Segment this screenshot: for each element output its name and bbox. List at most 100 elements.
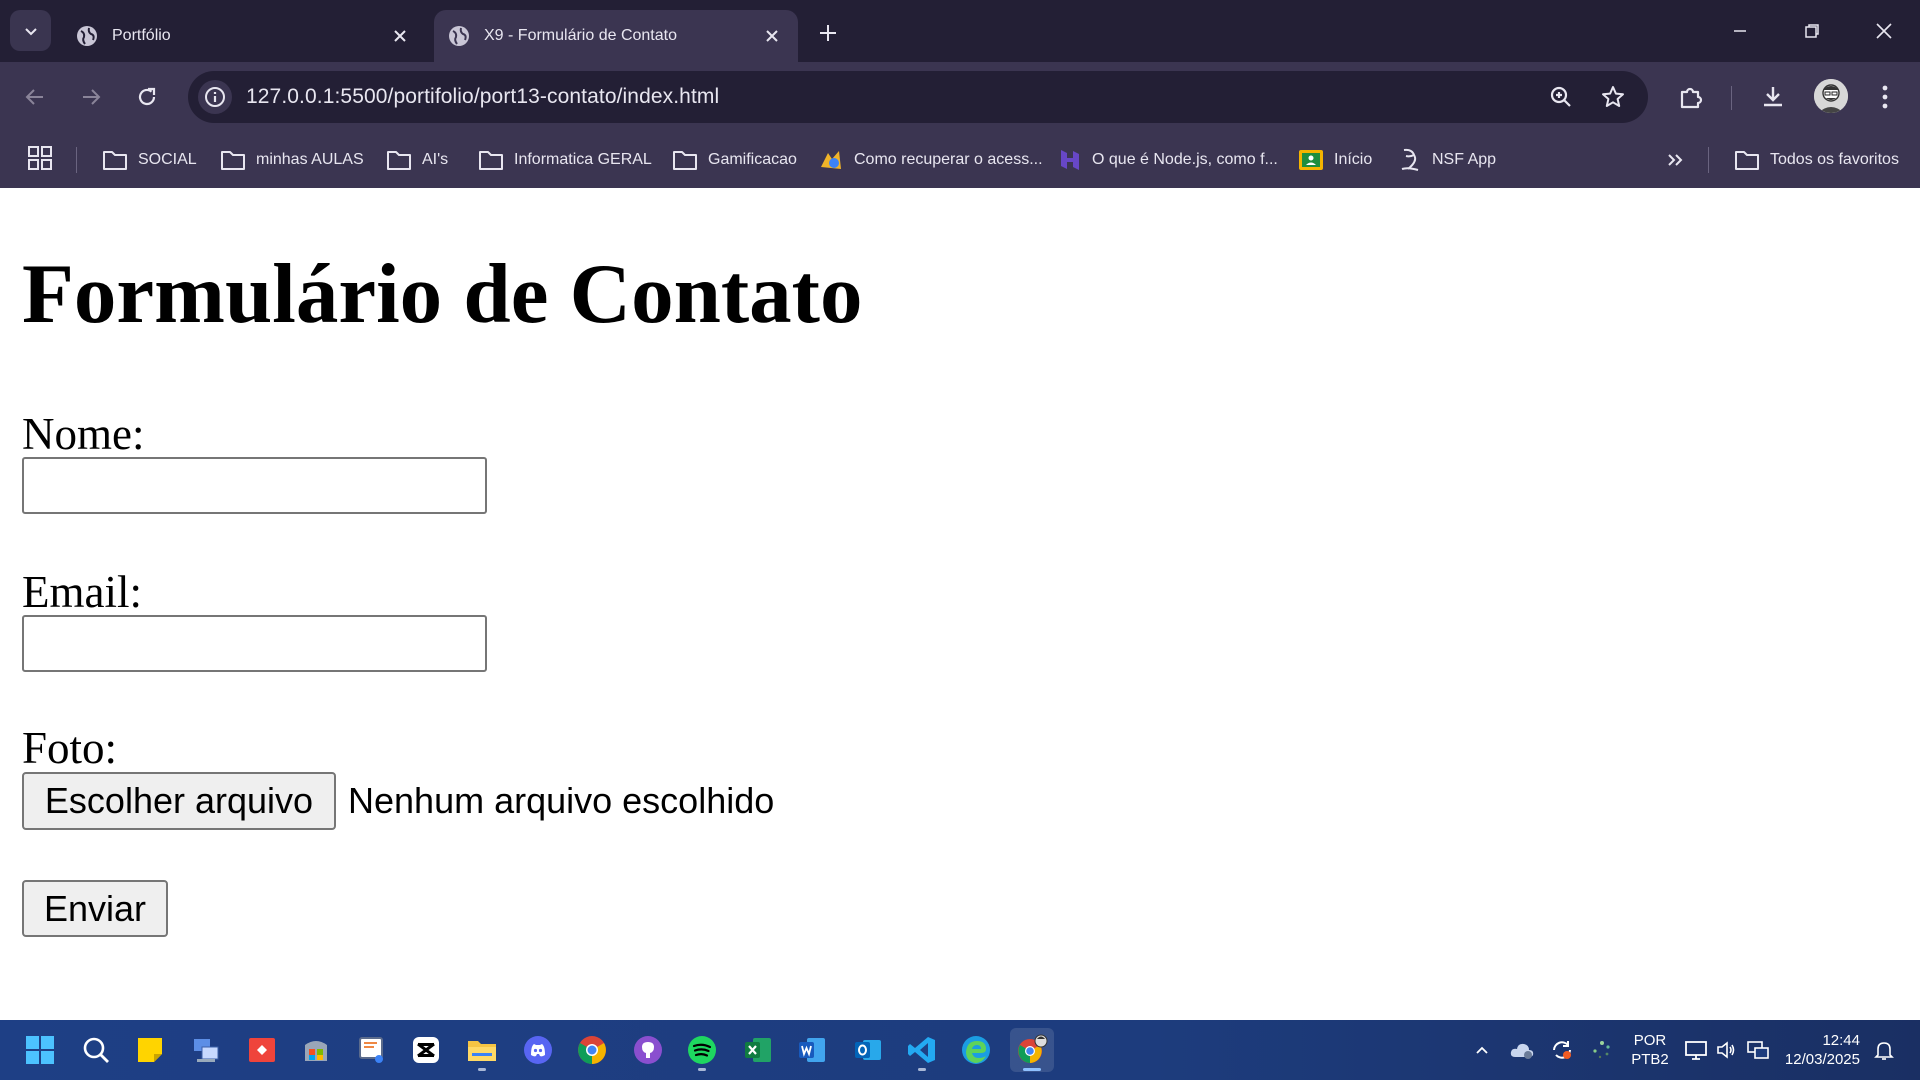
extensions-button[interactable] bbox=[1670, 76, 1712, 118]
new-tab-button[interactable] bbox=[812, 17, 844, 49]
close-window-button[interactable] bbox=[1848, 0, 1920, 62]
tray-onedrive[interactable] bbox=[1508, 1036, 1536, 1064]
taskbar-spotify[interactable] bbox=[680, 1028, 724, 1072]
zoom-button[interactable] bbox=[1544, 80, 1578, 114]
running-indicator bbox=[698, 1068, 706, 1071]
cloud-icon bbox=[1510, 1043, 1534, 1059]
tab-title: X9 - Formulário de Contato bbox=[484, 27, 677, 44]
taskbar-snipping-tool[interactable] bbox=[350, 1028, 394, 1072]
taskbar: POR PTB2 12:44 12/03/2025 bbox=[0, 1020, 1920, 1080]
info-icon bbox=[205, 87, 225, 107]
tray-volume[interactable] bbox=[1712, 1036, 1740, 1064]
bookmark-star-button[interactable] bbox=[1596, 80, 1630, 114]
tray-app-indicator[interactable] bbox=[1588, 1036, 1616, 1064]
taskbar-github-desktop[interactable] bbox=[626, 1028, 670, 1072]
tab-portfolio[interactable]: Portfólio bbox=[64, 10, 426, 62]
bookmark-folder-social[interactable]: SOCIAL bbox=[102, 143, 197, 177]
all-bookmarks-folder[interactable]: Todos os favoritos bbox=[1734, 143, 1899, 177]
taskbar-network-tool[interactable] bbox=[184, 1028, 228, 1072]
taskbar-word[interactable] bbox=[790, 1028, 834, 1072]
clock[interactable]: 12:44 12/03/2025 bbox=[1780, 1031, 1860, 1069]
minimize-button[interactable] bbox=[1704, 0, 1776, 62]
input-language-indicator[interactable]: POR PTB2 bbox=[1630, 1031, 1670, 1069]
notification-bell-icon bbox=[1874, 1042, 1894, 1060]
bookmark-recuperar-acesso[interactable]: Como recuperar o acess... bbox=[818, 143, 1043, 177]
running-indicator bbox=[478, 1068, 486, 1071]
tray-sync[interactable] bbox=[1548, 1036, 1576, 1064]
taskbar-anydesk[interactable] bbox=[240, 1028, 284, 1072]
tab-strip: Portfólio X9 - Formulário de Contato bbox=[0, 0, 1920, 62]
bookmark-folder-gamificacao[interactable]: Gamificacao bbox=[672, 143, 797, 177]
globe-icon bbox=[449, 26, 469, 46]
submit-button[interactable]: Enviar bbox=[22, 880, 168, 937]
bookmarks-overflow-button[interactable] bbox=[1660, 145, 1690, 175]
bookmark-folder-informatica[interactable]: Informatica GERAL bbox=[478, 143, 652, 177]
tab-title: Portfólio bbox=[112, 27, 171, 44]
email-label: Email: bbox=[22, 567, 142, 617]
site-info-button[interactable] bbox=[198, 80, 232, 114]
taskbar-file-explorer[interactable] bbox=[460, 1028, 504, 1072]
sync-icon bbox=[1553, 1041, 1571, 1059]
bookmark-nsf-app[interactable]: NSF App bbox=[1398, 143, 1496, 177]
zoom-in-icon bbox=[1550, 86, 1571, 107]
network-icon bbox=[1747, 1041, 1769, 1059]
capcut-icon bbox=[413, 1037, 439, 1063]
back-button[interactable] bbox=[14, 76, 56, 118]
bookmark-label: SOCIAL bbox=[138, 151, 197, 168]
email-input[interactable] bbox=[22, 615, 487, 672]
menu-button[interactable] bbox=[1864, 76, 1906, 118]
excel-icon bbox=[745, 1038, 771, 1062]
profile-avatar[interactable] bbox=[1814, 79, 1848, 113]
github-icon bbox=[634, 1036, 662, 1064]
restore-icon bbox=[1805, 24, 1819, 38]
taskbar-capcut[interactable] bbox=[404, 1028, 448, 1072]
taskbar-excel[interactable] bbox=[736, 1028, 780, 1072]
taskbar-store[interactable] bbox=[294, 1028, 338, 1072]
choose-file-button[interactable]: Escolher arquivo bbox=[22, 772, 336, 830]
taskbar-chrome-profile[interactable] bbox=[1010, 1028, 1054, 1072]
taskbar-chrome[interactable] bbox=[570, 1028, 614, 1072]
bookmark-folder-aulas[interactable]: minhas AULAS bbox=[220, 143, 364, 177]
tray-display[interactable] bbox=[1682, 1036, 1710, 1064]
show-hidden-icons-button[interactable] bbox=[1468, 1036, 1496, 1064]
bookmark-divider bbox=[1708, 147, 1709, 173]
start-button[interactable] bbox=[18, 1028, 62, 1072]
search-icon bbox=[83, 1037, 109, 1063]
name-label: Nome: bbox=[22, 409, 145, 459]
taskbar-discord[interactable] bbox=[516, 1028, 560, 1072]
more-vert-icon bbox=[1882, 85, 1888, 109]
tutorial-site-icon bbox=[821, 151, 841, 169]
taskbar-edge[interactable] bbox=[954, 1028, 998, 1072]
outlook-icon bbox=[855, 1040, 881, 1060]
reload-button[interactable] bbox=[126, 76, 168, 118]
tab-search-button[interactable] bbox=[10, 10, 51, 51]
forward-button[interactable] bbox=[70, 76, 112, 118]
taskbar-vscode[interactable] bbox=[900, 1028, 944, 1072]
bookmark-label: Gamificacao bbox=[708, 151, 797, 168]
taskbar-outlook[interactable] bbox=[846, 1028, 890, 1072]
search-button[interactable] bbox=[74, 1028, 118, 1072]
address-bar[interactable]: 127.0.0.1:5500/portifolio/port13-contato… bbox=[188, 71, 1648, 123]
page-content: Formulário de Contato Nome: Email: Foto:… bbox=[0, 188, 1920, 1020]
clock-time: 12:44 bbox=[1822, 1032, 1860, 1049]
tab-contact-form[interactable]: X9 - Formulário de Contato bbox=[434, 10, 798, 62]
bookmark-inicio[interactable]: Início bbox=[1298, 143, 1372, 177]
taskbar-sticky-notes[interactable] bbox=[128, 1028, 172, 1072]
close-icon[interactable] bbox=[758, 22, 786, 50]
folder-icon bbox=[673, 151, 697, 170]
restore-button[interactable] bbox=[1776, 0, 1848, 62]
notifications-button[interactable] bbox=[1870, 1036, 1898, 1064]
url-text[interactable]: 127.0.0.1:5500/portifolio/port13-contato… bbox=[246, 85, 719, 109]
close-icon bbox=[1876, 23, 1892, 39]
apps-grid-icon[interactable] bbox=[26, 144, 54, 172]
bookmark-folder-ais[interactable]: AI's bbox=[386, 143, 448, 177]
running-indicator bbox=[918, 1068, 926, 1071]
hostinger-icon bbox=[1061, 150, 1079, 170]
bookmark-nodejs[interactable]: O que é Node.js, como f... bbox=[1058, 143, 1278, 177]
name-input[interactable] bbox=[22, 457, 487, 514]
tray-network[interactable] bbox=[1744, 1036, 1772, 1064]
windows-icon bbox=[26, 1036, 54, 1064]
downloads-button[interactable] bbox=[1752, 76, 1794, 118]
close-icon[interactable] bbox=[386, 22, 414, 50]
bookmark-divider bbox=[76, 147, 77, 173]
